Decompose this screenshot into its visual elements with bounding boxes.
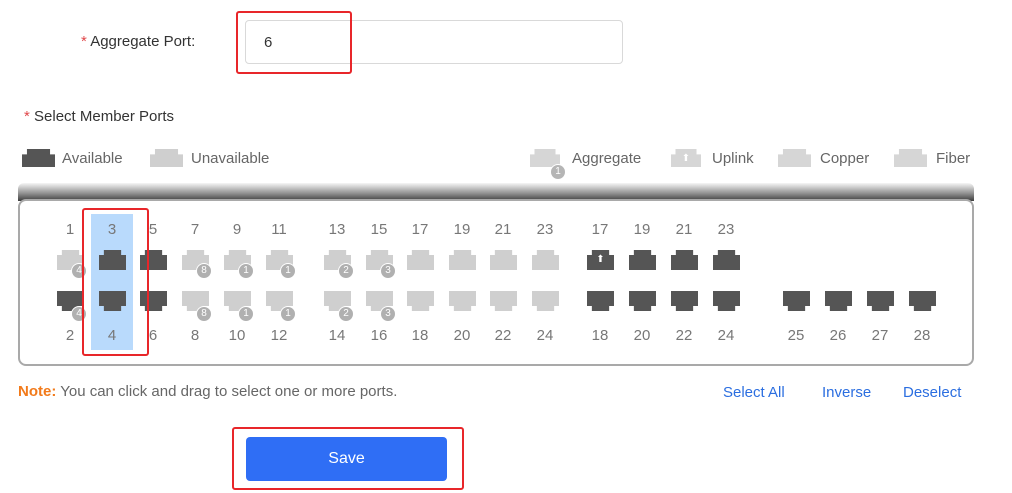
port-number-bottom-18: 18 xyxy=(411,327,429,344)
port-number-bottom-4: 4 xyxy=(107,327,117,344)
up-arrow-icon: ⬆ xyxy=(596,254,605,265)
port-badge: 2 xyxy=(338,263,354,279)
port-badge: 2 xyxy=(338,306,354,322)
port-number-bottom-6: 6 xyxy=(148,327,158,344)
legend-available: Available xyxy=(62,150,123,167)
port-number-top-23: 23 xyxy=(536,221,554,238)
legend-unavailable: Unavailable xyxy=(191,150,270,167)
port-badge: 3 xyxy=(380,263,396,279)
fiber-port-icon xyxy=(894,149,927,167)
port-number-top-17: 17 xyxy=(411,221,429,238)
member-ports-label: * Select Member Ports xyxy=(24,108,175,125)
note-text: Note: You can click and drag to select o… xyxy=(18,383,398,400)
port-number-bottom-20: 20 xyxy=(453,327,471,344)
legend-copper: Copper xyxy=(820,150,870,167)
port-badge: 1 xyxy=(280,263,296,279)
port-badge: 4 xyxy=(71,263,87,279)
port-number-bottom-18: 18 xyxy=(591,327,609,344)
unavailable-port-icon xyxy=(150,149,183,167)
note-prefix: Note: xyxy=(18,383,57,400)
port-number-top-1: 1 xyxy=(65,221,75,238)
port-number-top-13: 13 xyxy=(328,221,346,238)
copper-port-icon xyxy=(778,149,811,167)
legend-fiber: Fiber xyxy=(936,150,971,167)
port-number-bottom-20: 20 xyxy=(633,327,651,344)
port-badge: 8 xyxy=(196,306,212,322)
port-number-bottom-25: 25 xyxy=(787,327,805,344)
port-badge: 8 xyxy=(196,263,212,279)
port-number-top-19: 19 xyxy=(633,221,651,238)
required-mark: * xyxy=(81,33,87,50)
aggregate-port-input[interactable] xyxy=(245,20,623,64)
port-number-top-17: 17 xyxy=(591,221,609,238)
port-number-bottom-27: 27 xyxy=(871,327,889,344)
port-badge: 1 xyxy=(238,263,254,279)
port-number-bottom-22: 22 xyxy=(675,327,693,344)
available-port-icon xyxy=(22,149,55,167)
port-number-top-23: 23 xyxy=(717,221,735,238)
deselect-link[interactable]: Deselect xyxy=(903,384,961,401)
port-number-top-15: 15 xyxy=(370,221,388,238)
port-number-top-19: 19 xyxy=(453,221,471,238)
port-number-bottom-16: 16 xyxy=(370,327,388,344)
port-number-top-3: 3 xyxy=(107,221,117,238)
port-number-bottom-8: 8 xyxy=(190,327,200,344)
port-number-bottom-14: 14 xyxy=(328,327,346,344)
port-number-bottom-22: 22 xyxy=(494,327,512,344)
port-number-bottom-28: 28 xyxy=(913,327,931,344)
port-badge: 3 xyxy=(380,306,396,322)
port-number-bottom-24: 24 xyxy=(717,327,735,344)
aggregate-badge-icon: 1 xyxy=(550,164,566,180)
aggregate-port-label: * Aggregate Port: xyxy=(81,33,196,50)
port-number-top-7: 7 xyxy=(190,221,200,238)
port-badge: 1 xyxy=(238,306,254,322)
save-button[interactable]: Save xyxy=(246,437,447,481)
port-number-top-9: 9 xyxy=(232,221,242,238)
port-number-bottom-24: 24 xyxy=(536,327,554,344)
port-number-bottom-12: 12 xyxy=(270,327,288,344)
port-number-top-21: 21 xyxy=(675,221,693,238)
legend-uplink: Uplink xyxy=(712,150,754,167)
up-arrow-icon: ⬆ xyxy=(681,153,691,164)
port-badge: 1 xyxy=(280,306,296,322)
port-number-top-11: 11 xyxy=(271,221,287,238)
legend-aggregate: Aggregate xyxy=(572,150,642,167)
port-number-bottom-2: 2 xyxy=(65,327,75,344)
port-badge: 4 xyxy=(71,306,87,322)
port-number-bottom-10: 10 xyxy=(228,327,246,344)
port-number-top-5: 5 xyxy=(148,221,158,238)
port-number-bottom-26: 26 xyxy=(829,327,847,344)
port-number-top-21: 21 xyxy=(494,221,512,238)
select-all-link[interactable]: Select All xyxy=(723,384,785,401)
inverse-link[interactable]: Inverse xyxy=(822,384,871,401)
